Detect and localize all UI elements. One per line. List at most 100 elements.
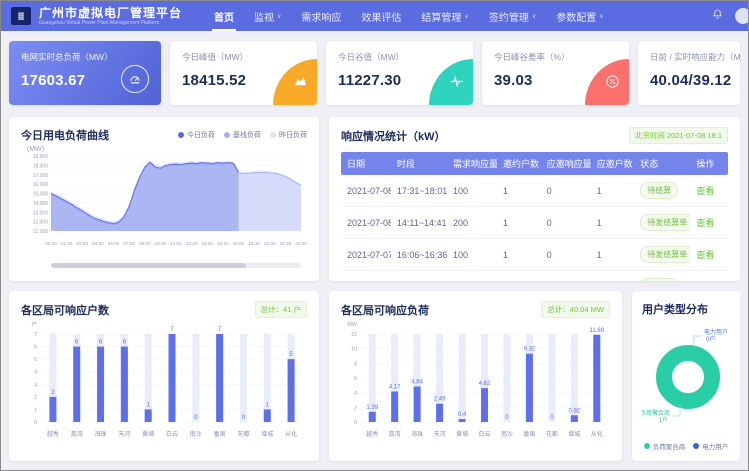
- load-curve-y-unit: (MW): [27, 146, 307, 153]
- svg-text:7: 7: [34, 332, 37, 338]
- kpi-card-2: 今日谷值（MW）11227.30: [326, 41, 473, 105]
- nav-item-5[interactable]: 签约管理∨: [479, 1, 546, 31]
- legend-dot: [270, 132, 276, 138]
- chart-datazoom-track[interactable]: [51, 263, 301, 268]
- bar: [145, 409, 152, 422]
- svg-text:11,000: 11,000: [33, 229, 48, 235]
- view-link[interactable]: 查看: [696, 250, 714, 260]
- kpi-label: 今日峰谷差率（%）: [494, 51, 617, 63]
- chart-datazoom-thumb[interactable]: [51, 263, 246, 268]
- donut-legend-item-0[interactable]: 负荷聚合商: [644, 441, 686, 451]
- nav-item-label: 需求响应: [301, 9, 341, 24]
- svg-text:越秀: 越秀: [47, 430, 59, 438]
- district-load-title: 各区局可响应负荷: [341, 302, 429, 318]
- svg-text:白云: 白云: [166, 430, 178, 438]
- bar: [73, 347, 80, 422]
- svg-text:15:00: 15:00: [202, 241, 214, 246]
- svg-text:8: 8: [354, 361, 357, 367]
- bar: [169, 334, 176, 422]
- svg-text:0: 0: [354, 420, 357, 426]
- nav-item-label: 监视: [254, 9, 274, 24]
- svg-text:0.4: 0.4: [458, 412, 467, 418]
- legend-dot: [224, 132, 230, 138]
- kpi-card-3: 今日峰谷差率（%）39.03: [482, 41, 629, 105]
- svg-text:黄埔: 黄埔: [456, 430, 468, 438]
- donut-legend-item-1[interactable]: 电力用户: [693, 441, 728, 451]
- status-badge: 待结算: [640, 182, 678, 199]
- svg-text:0户: 0户: [706, 335, 715, 343]
- table-row: 2021-07-0814:11~14:41200101待发结算单查看: [341, 207, 728, 239]
- nav-item-4[interactable]: 结算管理∨: [411, 1, 478, 31]
- svg-text:09:00: 09:00: [139, 241, 151, 246]
- svg-text:04:30: 04:30: [92, 241, 104, 246]
- load-total-badge: 总计：40.04 MW: [541, 301, 610, 318]
- status-badge: 待发结算单: [640, 214, 690, 231]
- nav-item-label: 效果评估: [361, 9, 401, 24]
- legend-item-0[interactable]: 今日负荷: [178, 130, 215, 140]
- load-curve-chart: 11,00012,00013,00014,00015,00016,00017,0…: [21, 153, 307, 255]
- svg-text:南沙: 南沙: [190, 430, 202, 438]
- svg-text:0.92: 0.92: [568, 408, 580, 414]
- svg-text:天河: 天河: [434, 430, 446, 438]
- user-type-title: 用户类型分布: [642, 301, 708, 317]
- svg-text:12,000: 12,000: [33, 220, 49, 226]
- svg-text:15,000: 15,000: [33, 192, 49, 198]
- svg-text:16,000: 16,000: [33, 182, 49, 188]
- svg-text:户: 户: [31, 320, 37, 328]
- response-table: 日期时段需求响应量邀约户数应邀响应量应邀户数状态操作2021-07-0817:3…: [341, 152, 728, 281]
- svg-text:4: 4: [34, 370, 37, 376]
- table-row: 2021-07-0817:31~18:01100101待结算查看: [341, 175, 728, 207]
- svg-text:荔湾: 荔湾: [389, 430, 401, 438]
- legend-item-2[interactable]: 昨日负荷: [270, 130, 307, 140]
- svg-text:9.32: 9.32: [524, 347, 536, 353]
- nav-item-0[interactable]: 首页: [204, 1, 244, 31]
- bar-track: [503, 334, 510, 422]
- nav-item-6[interactable]: 参数配置∨: [546, 1, 613, 31]
- svg-text:24:00: 24:00: [295, 241, 307, 246]
- col-header-6: 状态: [634, 152, 690, 175]
- svg-text:4: 4: [354, 391, 357, 397]
- svg-text:4.84: 4.84: [411, 380, 423, 386]
- svg-text:07:30: 07:30: [123, 241, 135, 246]
- svg-text:白云: 白云: [478, 430, 490, 438]
- view-link[interactable]: 查看: [696, 218, 714, 228]
- nav-item-1[interactable]: 监视∨: [244, 1, 291, 31]
- svg-text:06:00: 06:00: [108, 241, 120, 246]
- nav-item-2[interactable]: 需求响应: [291, 1, 351, 31]
- district-households-title: 各区局可响应户数: [21, 302, 109, 318]
- series-area-今日负荷: [51, 162, 239, 231]
- percent-icon: [605, 74, 620, 94]
- nav-item-3[interactable]: 效果评估: [351, 1, 411, 31]
- bar: [571, 415, 578, 422]
- kpi-accent-fan: [429, 59, 473, 105]
- app-title: 广州市虚拟电厂管理平台: [39, 7, 182, 19]
- kpi-value: 40.04/39.12: [650, 72, 728, 89]
- district-load-panel: 各区局可响应负荷 总计：40.04 MW 024681012MW1.39越秀4.…: [329, 291, 622, 461]
- kpi-label: 电网实时总负荷（MW）: [21, 51, 149, 63]
- view-link[interactable]: 查看: [696, 186, 714, 196]
- svg-text:11.89: 11.89: [589, 328, 604, 334]
- bell-icon[interactable]: [712, 7, 723, 25]
- svg-text:1户: 1户: [659, 416, 668, 424]
- svg-text:22:30: 22:30: [280, 241, 292, 246]
- kpi-accent-fan: [585, 59, 629, 105]
- bar-track: [548, 334, 555, 422]
- svg-text:1: 1: [34, 407, 37, 413]
- nav-right: [712, 7, 738, 25]
- svg-text:6: 6: [34, 345, 37, 351]
- table-row: 2021-07-0716:06~16:36100101待发结算单查看: [341, 239, 728, 271]
- svg-text:5: 5: [34, 357, 37, 363]
- legend-item-1[interactable]: 基线负荷: [224, 130, 261, 140]
- user-avatar[interactable]: [735, 8, 749, 24]
- chevron-down-icon: ∨: [532, 13, 536, 20]
- svg-text:2: 2: [354, 405, 357, 411]
- legend-dot: [693, 443, 699, 449]
- bar-track: [240, 334, 247, 422]
- kpi-row: 电网实时总负荷（MW）17603.67今日峰值（MW）18415.52今日谷值（…: [1, 41, 748, 105]
- svg-text:黄埔: 黄埔: [142, 430, 154, 438]
- load-curve-panel: 今日用电负荷曲线 今日负荷基线负荷昨日负荷 (MW) 11,00012,0001…: [9, 117, 319, 281]
- kpi-card-1: 今日峰值（MW）18415.52: [170, 41, 317, 105]
- svg-text:19,000: 19,000: [33, 154, 49, 160]
- legend-label: 今日负荷: [187, 130, 215, 140]
- svg-text:13:30: 13:30: [186, 241, 198, 246]
